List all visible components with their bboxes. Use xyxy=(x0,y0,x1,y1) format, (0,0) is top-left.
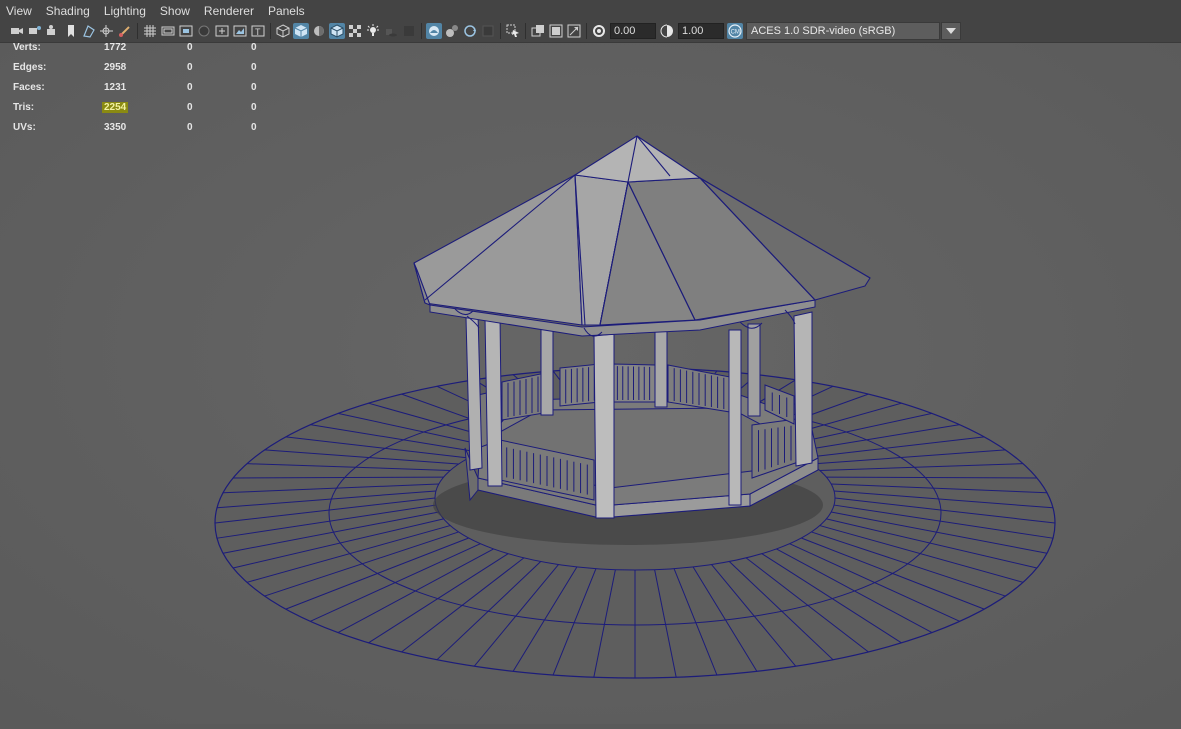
hud-label: Faces: xyxy=(13,82,45,93)
gate-mask-icon[interactable] xyxy=(196,23,212,39)
grease-pencil-icon[interactable] xyxy=(117,23,133,39)
field-chart-icon[interactable] xyxy=(214,23,230,39)
hud-label: Tris: xyxy=(13,102,35,113)
gamma-icon[interactable] xyxy=(659,23,675,39)
menu-view[interactable]: View xyxy=(0,4,40,18)
xray-icon[interactable] xyxy=(505,23,521,39)
depth-of-field-icon[interactable] xyxy=(462,23,478,39)
hud-value: 1772 xyxy=(104,42,127,53)
exposure-icon[interactable] xyxy=(591,23,607,39)
hud-value: 0 xyxy=(187,42,193,53)
safe-action-icon[interactable] xyxy=(232,23,248,39)
textured-icon[interactable] xyxy=(347,23,363,39)
wireframe-on-shaded-icon[interactable] xyxy=(329,23,345,39)
svg-text:T: T xyxy=(255,27,261,37)
hud-value: 0 xyxy=(251,122,257,133)
image-plane-icon[interactable] xyxy=(81,23,97,39)
menu-show[interactable]: Show xyxy=(154,4,198,18)
color-management-icon[interactable]: CM xyxy=(727,23,743,39)
use-all-lights-icon[interactable] xyxy=(365,23,381,39)
safe-title-icon[interactable]: T xyxy=(250,23,266,39)
film-gate-icon[interactable] xyxy=(160,23,176,39)
menu-panels[interactable]: Panels xyxy=(262,4,313,18)
gazebo-scene xyxy=(0,43,1181,724)
hud-value: 1231 xyxy=(104,82,127,93)
hud-value: 0 xyxy=(251,42,257,53)
hud-value: 0 xyxy=(187,82,193,93)
wireframe-icon[interactable] xyxy=(275,23,291,39)
poly-count-hud: Verts: 1772 0 0 Edges: 2958 0 0 Faces: 1… xyxy=(13,42,273,142)
hud-row-faces: Faces: 1231 0 0 xyxy=(13,82,273,102)
hud-label: Edges: xyxy=(13,62,47,73)
hud-value: 0 xyxy=(251,102,257,113)
gamma-field[interactable]: 1.00 xyxy=(678,23,724,39)
exposure-field[interactable]: 0.00 xyxy=(610,23,656,39)
menu-renderer[interactable]: Renderer xyxy=(198,4,262,18)
hud-value: 0 xyxy=(187,102,193,113)
hud-value: 0 xyxy=(187,122,193,133)
image-plane-icon[interactable] xyxy=(99,23,115,39)
camera-icon[interactable] xyxy=(9,23,25,39)
menu-shading[interactable]: Shading xyxy=(40,4,98,18)
panel-toolbar: T 0.00 1.00 CM ACES 1.0 SDR-video (sRGB) xyxy=(0,20,1181,43)
hud-value: 0 xyxy=(187,62,193,73)
hud-value: 0 xyxy=(251,82,257,93)
hud-value: 2958 xyxy=(104,62,127,73)
default-material-icon[interactable] xyxy=(311,23,327,39)
backface-culling-icon[interactable] xyxy=(566,23,582,39)
backface-culling-icon[interactable] xyxy=(548,23,564,39)
hud-label: Verts: xyxy=(13,42,41,53)
motion-blur-icon[interactable] xyxy=(426,23,442,39)
xray-joints-icon[interactable] xyxy=(530,23,546,39)
svg-text:CM: CM xyxy=(731,30,740,36)
hud-row-edges: Edges: 2958 0 0 xyxy=(13,62,273,82)
hud-row-verts: Verts: 1772 0 0 xyxy=(13,42,273,62)
panel-menu-bar: View Shading Lighting Show Renderer Pane… xyxy=(0,0,1181,22)
menu-lighting[interactable]: Lighting xyxy=(98,4,154,18)
shadows-icon[interactable] xyxy=(383,23,399,39)
camera-attributes-icon[interactable] xyxy=(45,23,61,39)
screen-space-ao-icon[interactable] xyxy=(401,23,417,39)
resolution-gate-icon[interactable] xyxy=(178,23,194,39)
hud-value-highlighted: 2254 xyxy=(102,102,129,113)
smooth-shade-icon[interactable] xyxy=(293,23,309,39)
hud-value: 3350 xyxy=(104,122,127,133)
hud-label: UVs: xyxy=(13,122,36,133)
grid-icon[interactable] xyxy=(142,23,158,39)
color-space-select[interactable]: ACES 1.0 SDR-video (sRGB) xyxy=(746,22,940,40)
hud-row-uvs: UVs: 3350 0 0 xyxy=(13,122,273,142)
hud-value: 0 xyxy=(251,62,257,73)
bookmark-icon[interactable] xyxy=(63,23,79,39)
isolate-select-icon[interactable] xyxy=(480,23,496,39)
hud-row-tris: Tris: 2254 0 0 xyxy=(13,102,273,122)
camera-attributes-icon[interactable] xyxy=(27,23,43,39)
3d-viewport[interactable] xyxy=(0,43,1181,724)
anti-aliasing-icon[interactable] xyxy=(444,23,460,39)
chevron-down-icon[interactable] xyxy=(941,22,961,40)
